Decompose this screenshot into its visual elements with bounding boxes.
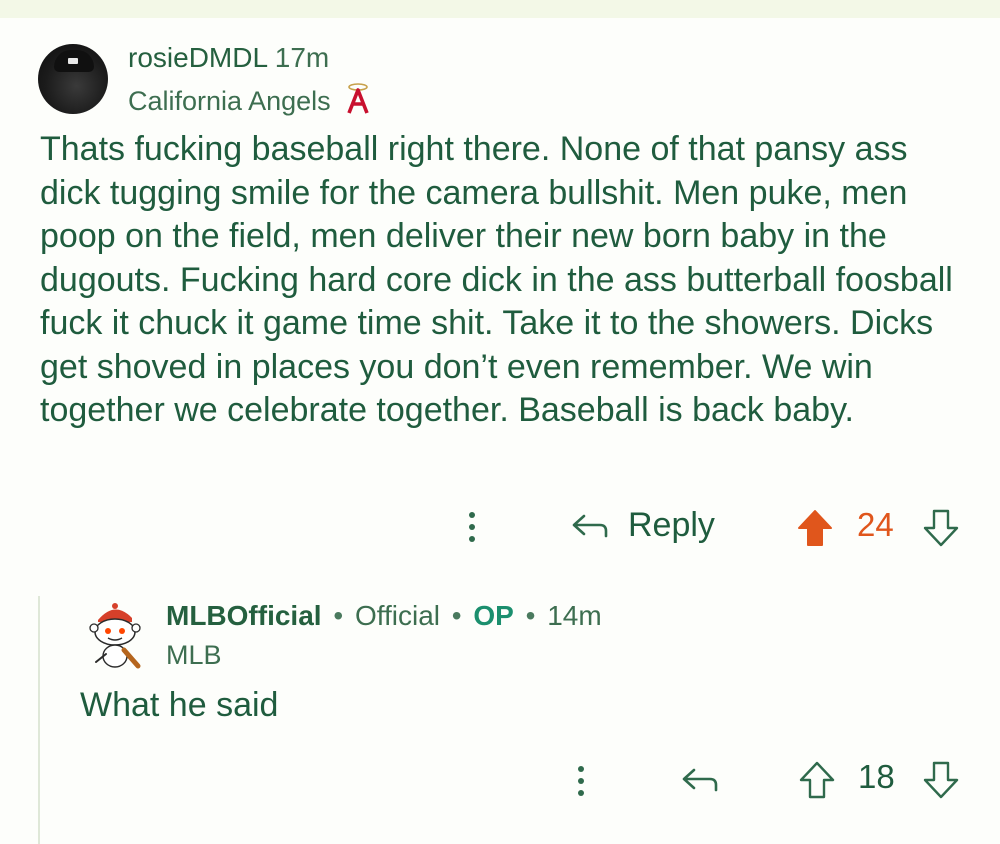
separator-dot: • (333, 600, 344, 631)
reply-icon[interactable] (570, 512, 610, 547)
user-flair-text: California Angels (128, 86, 331, 116)
separator-dot: • (451, 600, 462, 631)
comment-thread: rosieDMDL 17m California Angels Thats fu… (0, 0, 1000, 844)
vote-score: 18 (858, 758, 895, 795)
comment-author-line: rosieDMDL 17m (128, 42, 329, 74)
avatar[interactable] (84, 600, 146, 670)
angels-logo-icon (346, 82, 370, 121)
official-badge: Official (354, 600, 441, 631)
comment-author[interactable]: rosieDMDL (128, 42, 267, 73)
comment-actions: 18 (0, 752, 1000, 808)
avatar[interactable] (38, 44, 108, 114)
comment-body: Thats fucking baseball right there. None… (40, 130, 953, 429)
comment-actions: Reply 24 (0, 500, 1000, 556)
reply-button[interactable]: Reply (628, 506, 715, 545)
reply-icon[interactable] (680, 766, 720, 801)
comment-time: 17m (274, 42, 330, 73)
vote-score: 24 (857, 506, 894, 543)
upvote-icon[interactable] (798, 760, 836, 805)
more-options-icon[interactable] (577, 766, 585, 804)
top-bar (0, 0, 1000, 18)
comment-author-line: MLBOfficial • Official • OP • 14m (166, 600, 602, 632)
comment-time: 14m (547, 600, 602, 631)
cap-logo (68, 58, 78, 64)
downvote-icon[interactable] (922, 760, 960, 805)
more-options-icon[interactable] (468, 512, 476, 550)
downvote-icon[interactable] (922, 508, 960, 553)
comment-body: What he said (80, 686, 279, 724)
op-badge: OP (473, 600, 514, 631)
separator-dot: • (525, 600, 536, 631)
user-flair: California Angels (128, 82, 370, 121)
user-flair-text: MLB (166, 640, 222, 670)
comment-author[interactable]: MLBOfficial (166, 600, 322, 631)
upvote-icon[interactable] (796, 508, 834, 553)
